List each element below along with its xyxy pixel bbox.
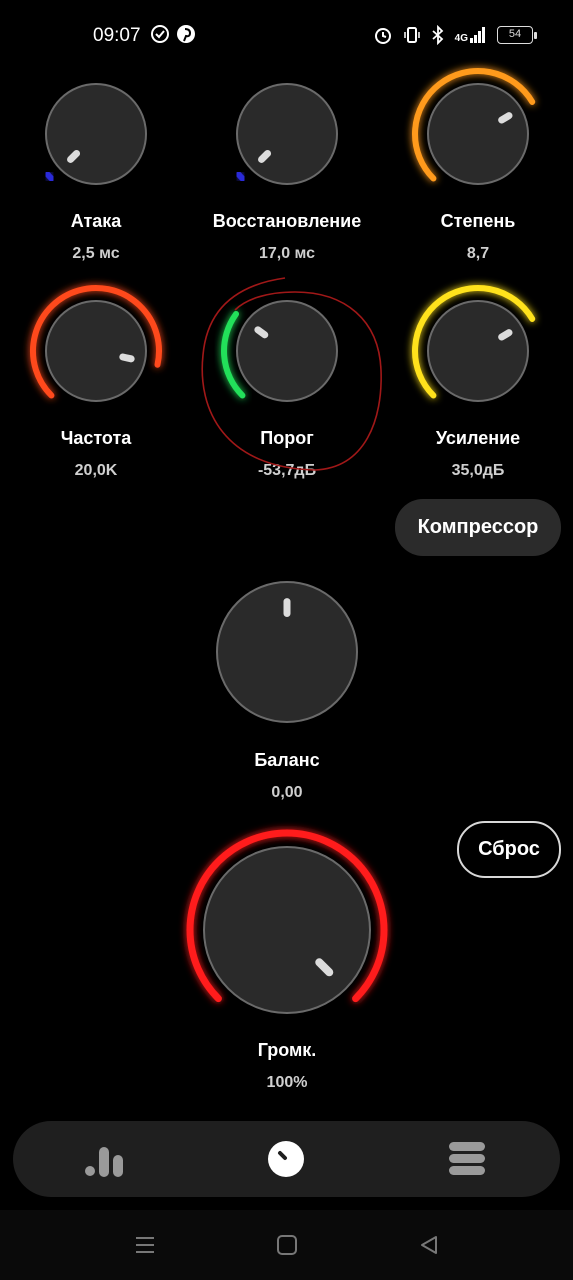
frequency-knob[interactable]	[6, 261, 186, 441]
balance-label: Баланс	[254, 750, 320, 770]
volume-knob-body[interactable]	[203, 846, 371, 1014]
frequency-label: Частота	[60, 428, 132, 448]
release-label: Восстановление	[212, 211, 362, 231]
threshold-knob-body[interactable]	[236, 300, 338, 402]
bottom-nav	[13, 1121, 560, 1197]
gain-label: Усиление	[435, 428, 521, 448]
release-level-arc	[235, 171, 246, 182]
ratio-indicator	[498, 112, 513, 124]
attack-level-arc	[44, 171, 55, 182]
volume-label: Громк.	[257, 1040, 317, 1060]
frequency-value: 20,0K	[74, 462, 118, 479]
knob-icon	[268, 1141, 304, 1177]
compressor-button[interactable]: Компрессор	[395, 499, 561, 556]
signal-4g-icon	[470, 27, 485, 43]
gain-knob[interactable]	[388, 261, 568, 441]
attack-knob[interactable]	[6, 44, 186, 224]
alarm-icon	[374, 28, 391, 44]
pinterest-icon	[177, 25, 195, 43]
battery-indicator: 54	[497, 26, 537, 44]
release-knob-body[interactable]	[236, 83, 338, 185]
ratio-knob[interactable]	[388, 44, 568, 224]
network-type: 4G	[454, 33, 468, 44]
frequency-indicator	[119, 353, 135, 363]
release-indicator	[258, 149, 272, 163]
balance-knob[interactable]	[177, 542, 397, 762]
reset-button[interactable]: Сброс	[457, 821, 561, 878]
nav-presets[interactable]	[427, 1121, 507, 1197]
list-stack-icon	[449, 1142, 485, 1175]
ratio-label: Степень	[440, 211, 516, 231]
home-icon	[277, 1235, 297, 1255]
threshold-knob[interactable]	[197, 261, 377, 441]
equalizer-bars-icon	[85, 1147, 123, 1177]
threshold-label: Порог	[260, 428, 314, 448]
gain-value: 35,0дБ	[451, 462, 505, 479]
system-back-button[interactable]	[416, 1232, 442, 1258]
ratio-knob-body[interactable]	[427, 83, 529, 185]
volume-knob[interactable]	[164, 807, 410, 1053]
back-icon	[421, 1236, 437, 1254]
volume-value: 100%	[266, 1074, 308, 1091]
frequency-knob-body[interactable]	[45, 300, 147, 402]
nav-knobs[interactable]	[246, 1121, 326, 1197]
check-circle-icon	[151, 25, 169, 43]
attack-label: Атака	[70, 211, 122, 231]
system-menu-button[interactable]	[132, 1232, 158, 1258]
threshold-value: -53,7дБ	[257, 462, 317, 479]
attack-indicator	[67, 149, 81, 163]
system-home-button[interactable]	[274, 1232, 300, 1258]
gain-knob-body[interactable]	[427, 300, 529, 402]
gain-indicator	[498, 329, 513, 341]
vibrate-icon	[403, 27, 420, 43]
menu-icon	[136, 1237, 154, 1253]
release-knob[interactable]	[197, 44, 377, 224]
threshold-indicator	[254, 326, 269, 339]
nav-equalizer[interactable]	[66, 1121, 146, 1197]
balance-value: 0,00	[271, 784, 303, 801]
bluetooth-icon	[432, 25, 443, 45]
attack-knob-body[interactable]	[45, 83, 147, 185]
system-nav-bar	[0, 1210, 573, 1280]
